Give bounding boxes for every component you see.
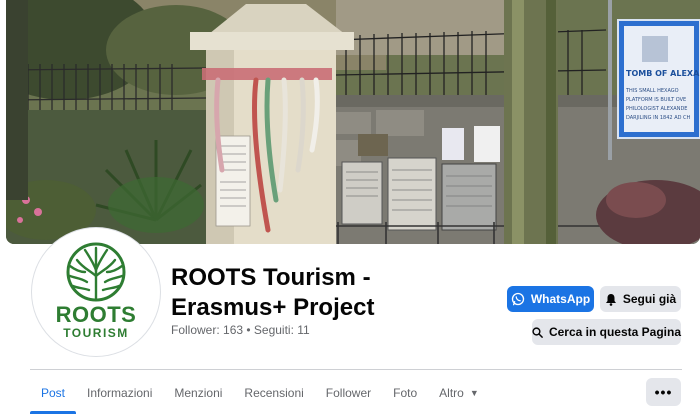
tab-label: Follower bbox=[325, 385, 372, 400]
page-title: ROOTS Tourism - Erasmus+ Project bbox=[171, 264, 375, 321]
profile-avatar[interactable]: ROOTS TOURISM bbox=[32, 228, 160, 356]
plaque-line: PLATFORM IS BUILT OVE bbox=[626, 97, 686, 103]
page-tabs: Post Informazioni Menzioni Recensioni Fo… bbox=[30, 371, 490, 414]
search-page-button[interactable]: Cerca in questa Pagina bbox=[532, 319, 681, 345]
header-divider bbox=[30, 369, 682, 370]
follower-stats[interactable]: Follower: 163 • Seguiti: 11 bbox=[171, 323, 310, 337]
tab-post[interactable]: Post bbox=[30, 371, 77, 414]
following-button[interactable]: Segui già bbox=[600, 286, 681, 312]
tab-label: Post bbox=[41, 385, 66, 400]
tab-menzioni[interactable]: Menzioni bbox=[163, 371, 233, 414]
bell-icon bbox=[605, 293, 616, 306]
more-options-button[interactable]: ••• bbox=[646, 378, 681, 406]
tab-altro[interactable]: Altro ▼ bbox=[428, 371, 490, 414]
cover-photo[interactable]: TOMB OF ALEXA THIS SMALL HEXAGO PLATFORM… bbox=[6, 0, 700, 244]
plaque-title: TOMB OF ALEXA bbox=[626, 69, 700, 78]
tab-label: Informazioni bbox=[87, 385, 153, 400]
plaque-line: DARJILING IN 1842 AD CH bbox=[626, 115, 691, 121]
tab-follower[interactable]: Follower bbox=[315, 371, 382, 414]
more-dots-icon: ••• bbox=[654, 384, 673, 400]
plaque-line: THIS SMALL HEXAGO bbox=[625, 88, 679, 94]
tab-label: Foto bbox=[393, 385, 418, 400]
cover-photo-image: TOMB OF ALEXA THIS SMALL HEXAGO PLATFORM… bbox=[6, 0, 700, 244]
following-label: Segui già bbox=[622, 292, 677, 306]
search-icon bbox=[532, 326, 543, 338]
tab-informazioni[interactable]: Informazioni bbox=[76, 371, 163, 414]
logo-subtitle: TOURISM bbox=[63, 326, 129, 340]
tab-label: Altro bbox=[439, 385, 464, 400]
logo-title: ROOTS bbox=[55, 302, 137, 327]
whatsapp-icon bbox=[511, 292, 524, 306]
tab-foto[interactable]: Foto bbox=[382, 371, 428, 414]
search-page-label: Cerca in questa Pagina bbox=[548, 325, 681, 339]
tab-recensioni[interactable]: Recensioni bbox=[233, 371, 314, 414]
tab-label: Recensioni bbox=[244, 385, 304, 400]
tree-roots-logo-icon bbox=[66, 242, 126, 302]
whatsapp-button[interactable]: WhatsApp bbox=[507, 286, 594, 312]
whatsapp-label: WhatsApp bbox=[530, 292, 591, 306]
caret-down-icon: ▼ bbox=[469, 387, 479, 398]
plaque-line: PHILOLOGIST ALEXANDE bbox=[626, 106, 687, 112]
tab-label: Menzioni bbox=[174, 385, 223, 400]
